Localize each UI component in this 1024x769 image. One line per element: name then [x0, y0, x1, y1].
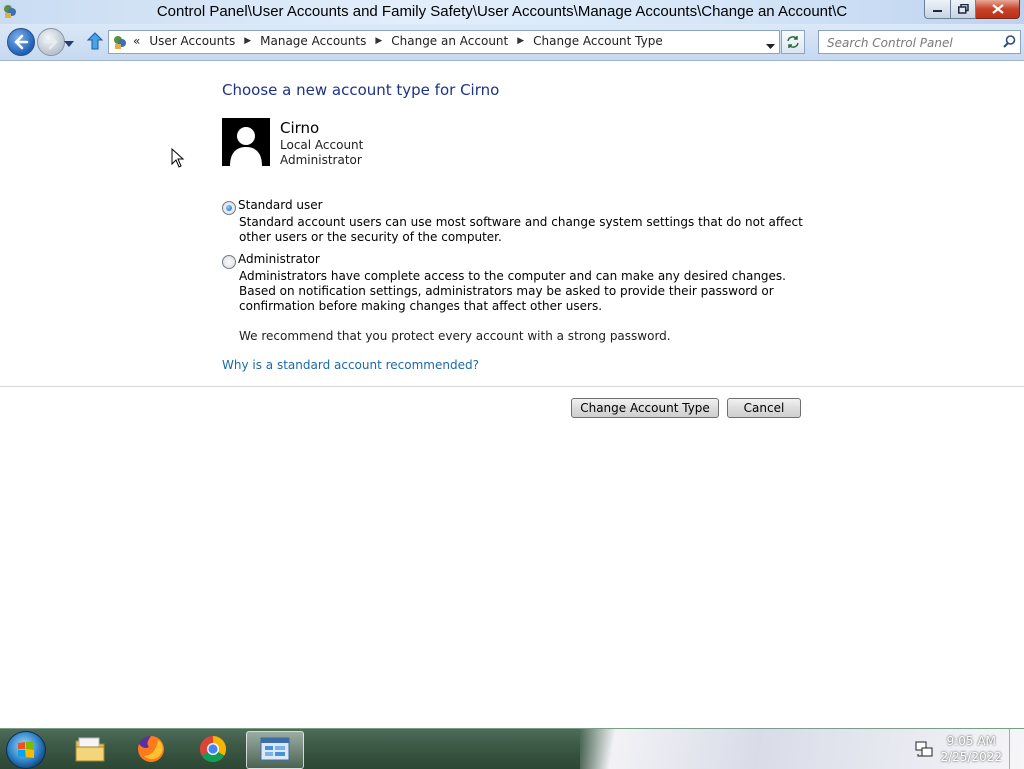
administrator-description: Administrators have complete access to t… — [239, 269, 786, 313]
minimize-icon — [932, 10, 942, 12]
taskbar-app-firefox[interactable] — [123, 731, 179, 767]
user-silhouette-icon — [222, 118, 270, 166]
content-pane: Choose a new account type for Cirno Cirn… — [0, 61, 1024, 728]
breadcrumb-overflow[interactable]: « — [133, 34, 140, 48]
standard-user-description: Standard account users can use most soft… — [239, 215, 803, 244]
close-button[interactable] — [976, 0, 1020, 19]
page-title: Choose a new account type for Cirno — [222, 81, 500, 99]
avatar — [222, 118, 270, 166]
minimize-button[interactable] — [924, 0, 951, 19]
recent-pages-button[interactable] — [64, 36, 74, 50]
divider — [0, 386, 1024, 387]
chevron-down-icon — [64, 41, 74, 47]
cancel-button[interactable]: Cancel — [727, 398, 801, 418]
restore-icon — [957, 4, 969, 14]
back-button[interactable] — [7, 28, 35, 56]
refresh-button[interactable] — [781, 30, 805, 54]
password-recommendation: We recommend that you protect every acco… — [239, 329, 671, 343]
breadcrumb-change-account-type[interactable]: Change Account Type — [533, 34, 663, 48]
control-panel-window-icon — [260, 737, 290, 761]
arrow-right-icon — [43, 34, 58, 50]
taskbar: 9:05 AM 2/25/2022 — [0, 728, 1024, 769]
chevron-right-icon[interactable]: ▶ — [517, 36, 524, 46]
refresh-icon — [787, 36, 799, 48]
window-title: Control Panel\User Accounts and Family S… — [156, 3, 848, 20]
breadcrumb-manage-accounts[interactable]: Manage Accounts — [260, 34, 366, 48]
system-clock[interactable]: 9:05 AM 2/25/2022 — [940, 733, 1002, 765]
close-icon — [991, 4, 1004, 14]
breadcrumb-user-accounts[interactable]: User Accounts — [149, 34, 235, 48]
clock-date: 2/25/2022 — [940, 750, 1002, 764]
taskbar-app-control-panel[interactable] — [246, 731, 304, 769]
chevron-right-icon[interactable]: ▶ — [375, 36, 382, 46]
clock-time: 9:05 AM — [946, 734, 996, 748]
control-panel-icon[interactable] — [2, 3, 18, 19]
breadcrumb: « User Accounts ▶ Manage Accounts ▶ Chan… — [133, 34, 663, 48]
arrow-up-icon — [86, 32, 104, 50]
folder-icon — [75, 737, 105, 762]
chrome-icon — [199, 735, 227, 763]
mouse-cursor-icon — [171, 148, 185, 168]
chevron-down-icon — [766, 44, 775, 49]
title-bar: Control Panel\User Accounts and Family S… — [0, 0, 1024, 24]
network-icon[interactable] — [915, 740, 933, 761]
firefox-icon — [138, 736, 164, 762]
chevron-right-icon[interactable]: ▶ — [244, 36, 251, 46]
control-panel-icon — [112, 34, 128, 53]
restore-button[interactable] — [951, 0, 976, 19]
standard-user-label[interactable]: Standard user — [238, 198, 323, 212]
taskbar-app-chrome[interactable] — [185, 731, 241, 767]
arrow-left-icon — [14, 34, 29, 50]
search-box[interactable] — [818, 30, 1021, 54]
address-bar[interactable]: « User Accounts ▶ Manage Accounts ▶ Chan… — [108, 30, 780, 54]
start-button[interactable] — [6, 731, 46, 769]
user-role: Administrator — [280, 153, 362, 167]
show-desktop-button[interactable] — [1009, 729, 1024, 769]
forward-button[interactable] — [37, 28, 65, 56]
administrator-radio[interactable] — [222, 255, 236, 269]
search-input[interactable] — [825, 33, 999, 53]
change-account-type-button[interactable]: Change Account Type — [571, 398, 719, 418]
user-name: Cirno — [280, 119, 320, 137]
why-standard-account-link[interactable]: Why is a standard account recommended? — [222, 358, 479, 372]
breadcrumb-change-an-account[interactable]: Change an Account — [391, 34, 508, 48]
user-account-type: Local Account — [280, 138, 364, 152]
taskbar-app-explorer[interactable] — [62, 731, 118, 767]
administrator-label[interactable]: Administrator — [238, 252, 320, 266]
standard-user-radio[interactable] — [222, 201, 236, 215]
window-controls — [924, 0, 1020, 20]
windows-logo-icon — [18, 741, 34, 758]
search-icon[interactable] — [1003, 35, 1016, 51]
address-dropdown-button[interactable] — [766, 38, 775, 52]
up-button[interactable] — [86, 32, 104, 53]
navigation-bar: « User Accounts ▶ Manage Accounts ▶ Chan… — [0, 24, 1024, 61]
